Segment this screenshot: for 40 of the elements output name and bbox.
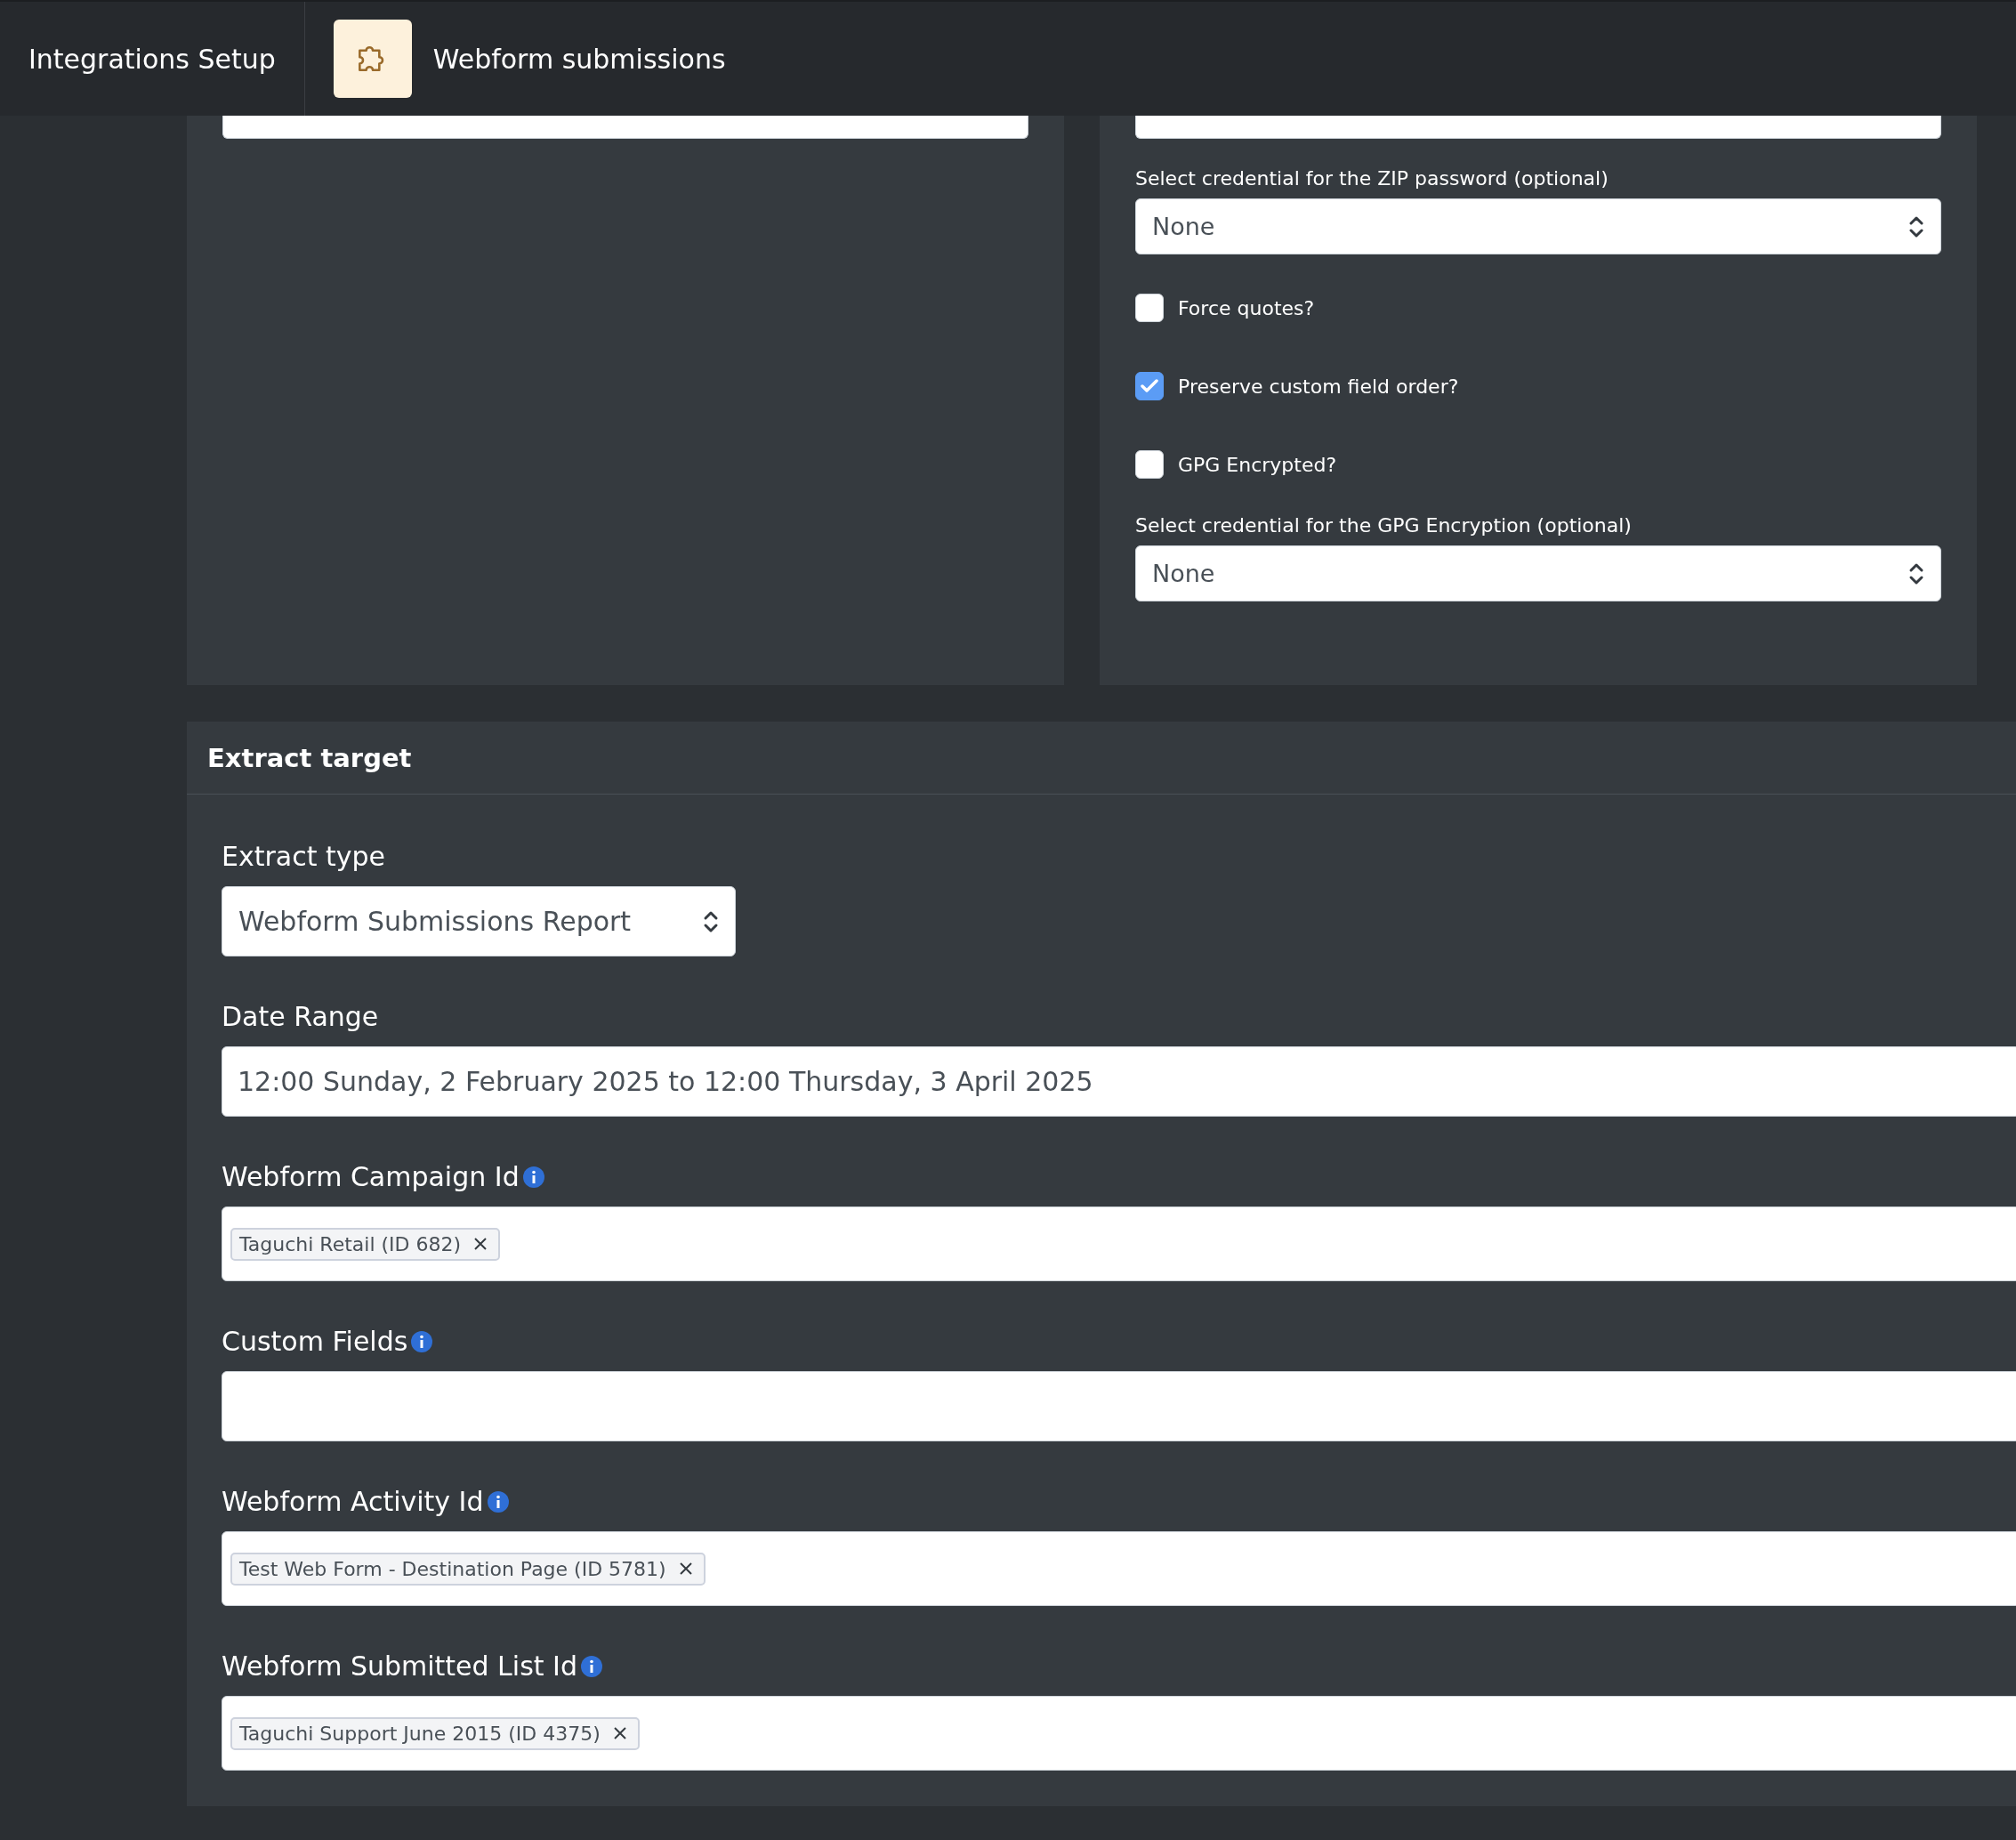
remove-tag-button[interactable] <box>678 1562 693 1576</box>
checkbox[interactable] <box>1135 372 1164 400</box>
check-icon <box>1141 379 1158 393</box>
info-icon[interactable] <box>411 1330 433 1352</box>
checkbox[interactable] <box>1135 450 1164 479</box>
tag-input-field[interactable]: Taguchi Support June 2015 (ID 4375) <box>222 1696 2016 1771</box>
select-field[interactable] <box>1135 116 1941 139</box>
date-range-field[interactable]: 12:00 Sunday, 2 February 2025 to 12:00 Thursday, 3 April 2025 <box>222 1046 2016 1117</box>
tag-label: Taguchi Retail (ID 682) <box>239 1232 462 1255</box>
checkbox-label: Preserve custom field order? <box>1178 375 1459 398</box>
field-label: Date Range <box>222 1001 379 1032</box>
page-title: Webform submissions <box>432 43 726 75</box>
select-field[interactable]: None <box>1135 198 1941 254</box>
tag-input-field[interactable] <box>222 1371 2016 1441</box>
tag-label: Test Web Form - Destination Page (ID 5781) <box>239 1557 666 1580</box>
info-icon[interactable] <box>581 1655 602 1677</box>
remove-tag-button[interactable] <box>612 1726 627 1740</box>
info-icon[interactable] <box>522 1166 544 1188</box>
checkbox[interactable] <box>1135 294 1164 322</box>
remove-tag-button[interactable] <box>473 1237 488 1251</box>
tag-input-field[interactable]: Taguchi Retail (ID 682) <box>222 1206 2016 1281</box>
close-icon <box>678 1562 693 1576</box>
field-label: Custom Fields <box>222 1326 408 1357</box>
tag-input-field[interactable]: Test Web Form - Destination Page (ID 5781) <box>222 1531 2016 1606</box>
close-icon <box>473 1237 488 1251</box>
field-label: Webform Submitted List Id <box>222 1650 577 1682</box>
field-label: Webform Campaign Id <box>222 1161 520 1192</box>
select-field[interactable]: Webform Submissions Report <box>222 886 736 956</box>
info-icon[interactable] <box>487 1490 509 1513</box>
checkbox-label: GPG Encrypted? <box>1178 453 1337 476</box>
field-label: Select credential for the GPG Encryption (optional) <box>1135 514 1633 537</box>
card-title: Extract target <box>207 742 412 773</box>
field-label: Select credential for the ZIP password (optional) <box>1135 167 1609 190</box>
select-field[interactable]: None <box>1135 545 1941 601</box>
checkbox-label: Force quotes? <box>1178 296 1315 319</box>
field-label: Extract type <box>222 841 385 872</box>
tag-label: Taguchi Support June 2015 (ID 4375) <box>239 1722 601 1745</box>
field-label: Webform Activity Id <box>222 1486 484 1517</box>
close-icon <box>612 1726 627 1740</box>
input-field[interactable] <box>222 116 1028 139</box>
